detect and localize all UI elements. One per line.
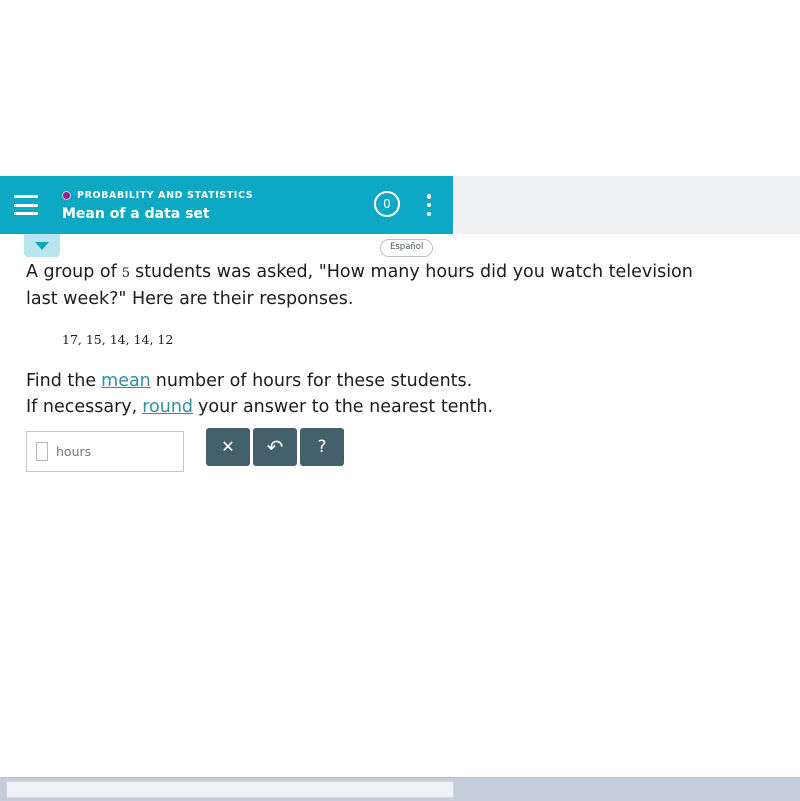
course-dot-icon (62, 190, 71, 200)
page-top-whitespace (0, 0, 800, 176)
question-2-post: your answer to the nearest tenth. (198, 396, 494, 417)
undo-button[interactable]: ↶ (253, 428, 297, 466)
question-1-pre: Find the (26, 371, 97, 391)
statement-line-1: A group of 5 students was asked, "How many… (26, 260, 800, 287)
answer-tool-buttons: ✕ ↶ ? (206, 428, 344, 466)
answer-entry-box[interactable] (36, 442, 48, 461)
question-mark-icon: ? (317, 436, 327, 457)
kebab-dot (426, 202, 432, 208)
espanol-language-button[interactable]: Español (380, 239, 434, 257)
answer-row: hours ✕ ↶ ? (26, 428, 344, 472)
header-titles: PROBABILITY AND STATISTICS Mean of a dat… (62, 188, 253, 222)
course-label: PROBABILITY AND STATISTICS (77, 189, 254, 201)
statement-line-2: last week?" Here are their responses. (26, 288, 354, 309)
hamburger-bar (14, 195, 38, 198)
question-line-2: If necessary, round your answer to the nea… (26, 395, 800, 421)
course-line: PROBABILITY AND STATISTICS (62, 188, 253, 202)
question-lines: Find the mean number of hours for these st… (26, 369, 800, 420)
mean-glossary-link[interactable]: mean (101, 371, 151, 391)
hamburger-bar (14, 203, 38, 207)
help-button[interactable]: ? (300, 428, 344, 466)
app-header: PROBABILITY AND STATISTICS Mean of a dat… (0, 176, 453, 234)
collapse-panel-tab[interactable] (24, 234, 60, 257)
undo-icon: ↶ (266, 435, 284, 459)
round-glossary-link[interactable]: round (142, 397, 193, 417)
kebab-dot (426, 194, 432, 199)
kebab-dot (426, 211, 432, 216)
question-1-post: number of hours for these students. (155, 371, 473, 391)
app-viewport: PROBABILITY AND STATISTICS Mean of a dat… (0, 176, 800, 801)
student-count: 5 (121, 266, 131, 281)
close-icon: ✕ (221, 437, 235, 456)
more-vertical-icon[interactable] (424, 194, 434, 216)
header-right-gap (453, 176, 800, 234)
problem-statement: A group of 5 students was asked, "How many… (26, 260, 800, 420)
lesson-title: Mean of a data set (62, 206, 210, 222)
statement-part-1: A group of (26, 262, 117, 282)
hamburger-bar (14, 212, 38, 215)
statement-part-2: students was asked, "How many hours did … (135, 262, 693, 282)
clear-button[interactable]: ✕ (206, 428, 250, 466)
dataset-values: 17, 15, 14, 14, 12 (62, 332, 174, 347)
caret-down-icon (35, 241, 49, 250)
answer-input-field[interactable]: hours (26, 431, 184, 472)
page-bottom-whitespace (0, 777, 800, 801)
question-line-1: Find the mean number of hours for these st… (26, 369, 800, 395)
hamburger-menu-icon[interactable] (14, 195, 38, 215)
answer-unit-label: hours (56, 444, 92, 459)
question-2-pre: If necessary, (26, 396, 138, 417)
score-badge[interactable]: 0 (374, 191, 400, 217)
